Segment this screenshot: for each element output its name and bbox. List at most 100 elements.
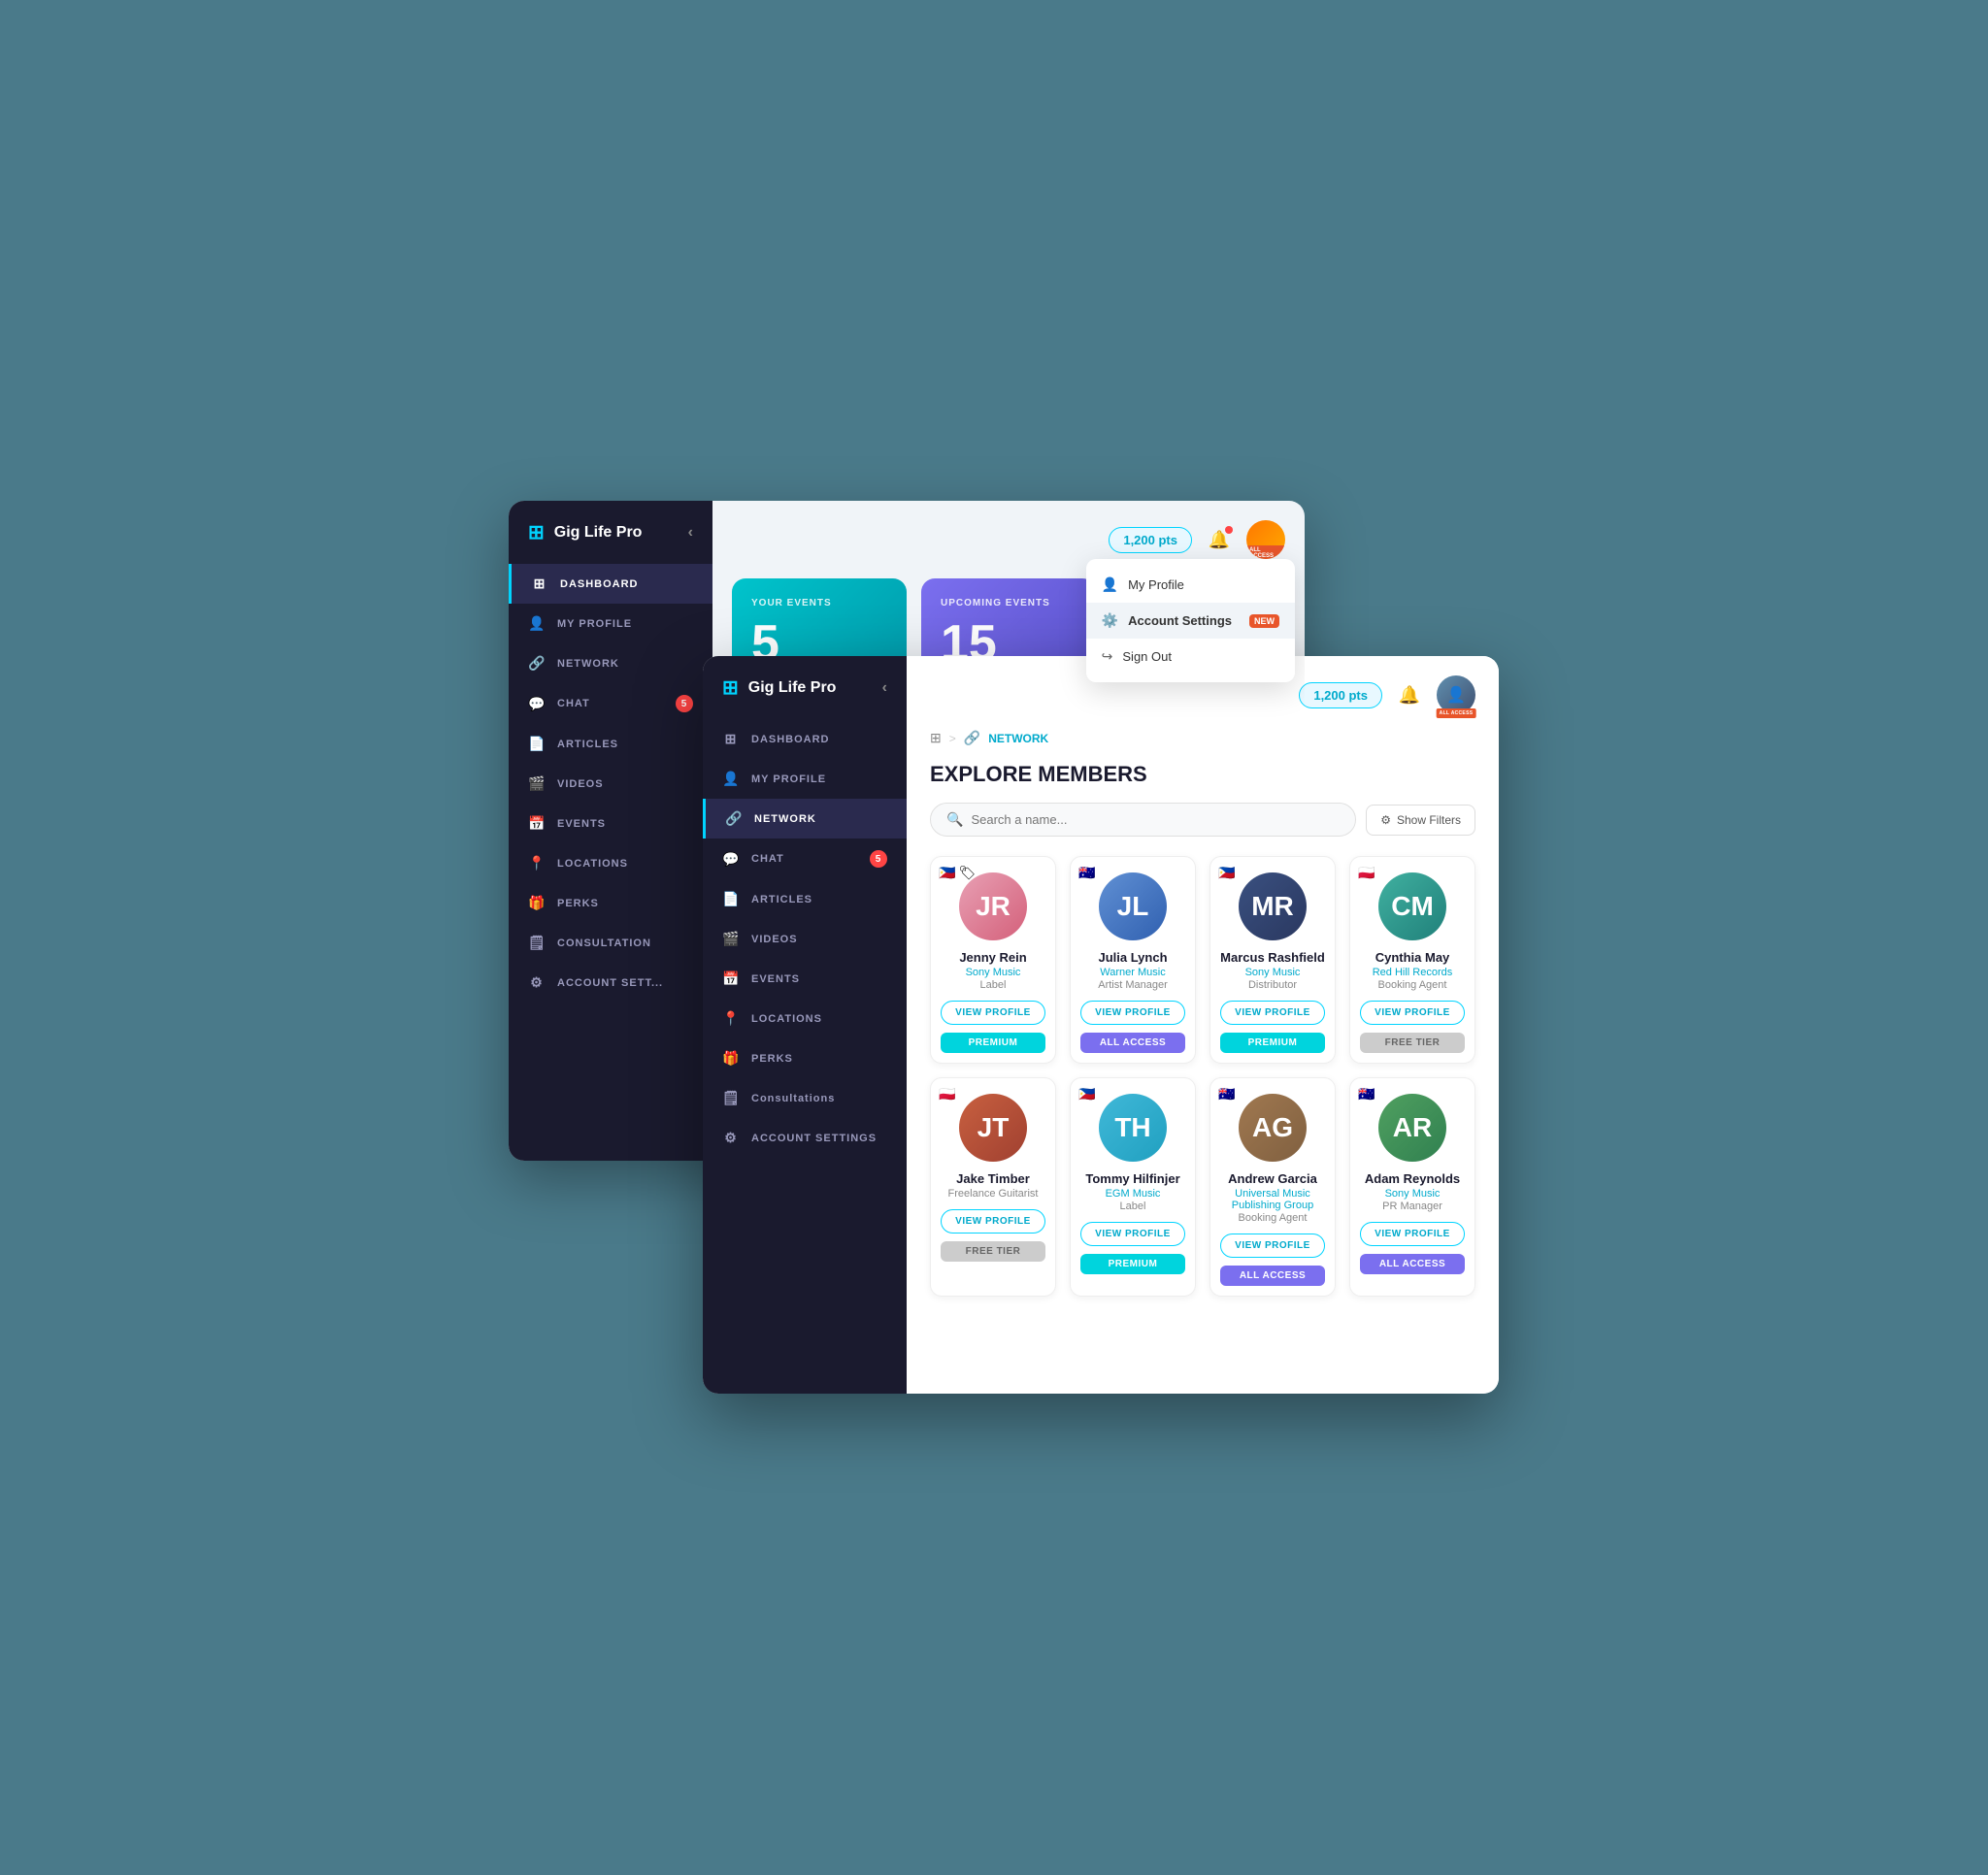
view-profile-button[interactable]: VIEW PROFILE bbox=[1220, 1234, 1325, 1258]
user-avatar-back[interactable]: ALL ACCESS bbox=[1246, 520, 1285, 559]
flag-icon: 🇵🇭 bbox=[1218, 865, 1235, 881]
sidebar-item-articles-front[interactable]: 📄 ARTICLES bbox=[703, 879, 907, 919]
flag-icon: 🇵🇭 bbox=[1078, 1086, 1095, 1102]
points-badge-back[interactable]: 1,200 pts bbox=[1109, 527, 1192, 553]
all-access-badge-back: ALL ACCESS bbox=[1246, 545, 1285, 559]
member-avatar: JT bbox=[959, 1094, 1027, 1162]
events-icon: 📅 bbox=[528, 815, 546, 832]
sidebar-item-articles[interactable]: 📄 ARTICLES bbox=[509, 724, 712, 764]
articles-icon-front: 📄 bbox=[722, 891, 740, 907]
sidebar-item-chat[interactable]: 💬 CHAT 5 bbox=[509, 683, 712, 724]
account-icon-front: ⚙ bbox=[722, 1130, 740, 1146]
view-profile-button[interactable]: VIEW PROFILE bbox=[941, 1001, 1045, 1025]
dropdown-sign-out[interactable]: ↪ Sign Out bbox=[1086, 639, 1295, 674]
dashboard-icon: ⊞ bbox=[531, 576, 548, 592]
sidebar-item-myprofile[interactable]: 👤 MY PROFILE bbox=[509, 604, 712, 643]
member-role: Booking Agent bbox=[1360, 979, 1465, 991]
sidebar-item-network-front[interactable]: 🔗 NETWORK bbox=[703, 799, 907, 839]
tier-badge: ALL ACCESS bbox=[1360, 1254, 1465, 1274]
sidebar-front: ⊞ Gig Life Pro ‹ ⊞ DASHBOARD 👤 MY PROFIL… bbox=[703, 656, 907, 1394]
member-company: Sony Music bbox=[1360, 1188, 1465, 1200]
sidebar-item-dashboard-front[interactable]: ⊞ DASHBOARD bbox=[703, 719, 907, 759]
chat-badge: 5 bbox=[676, 695, 693, 712]
member-company: Sony Music bbox=[941, 967, 1045, 978]
tier-badge: ALL ACCESS bbox=[1080, 1033, 1185, 1053]
member-avatar: TH bbox=[1099, 1094, 1167, 1162]
home-breadcrumb-icon[interactable]: ⊞ bbox=[930, 730, 942, 746]
member-company: Sony Music bbox=[1220, 967, 1325, 978]
perks-icon: 🎁 bbox=[528, 895, 546, 911]
sidebar-item-events[interactable]: 📅 EVENTS bbox=[509, 804, 712, 843]
sidebar-item-locations-front[interactable]: 📍 LOCATIONS bbox=[703, 999, 907, 1038]
chat-icon: 💬 bbox=[528, 696, 546, 712]
sidebar-item-network[interactable]: 🔗 NETWORK bbox=[509, 643, 712, 683]
breadcrumb-sep: > bbox=[949, 732, 956, 745]
sidebar-item-locations[interactable]: 📍 LOCATIONS bbox=[509, 843, 712, 883]
sidebar-item-videos-front[interactable]: 🎬 VIDEOS bbox=[703, 919, 907, 959]
sidebar-item-perks-front[interactable]: 🎁 PERKS bbox=[703, 1038, 907, 1078]
notification-button-front[interactable]: 🔔 bbox=[1392, 677, 1427, 712]
avatar-initials: JR bbox=[959, 872, 1027, 940]
logo-icon: ⊞ bbox=[528, 520, 545, 544]
dropdown-my-profile[interactable]: 👤 My Profile bbox=[1086, 567, 1295, 603]
member-name: Andrew Garcia bbox=[1220, 1171, 1325, 1186]
breadcrumb: ⊞ > 🔗 NETWORK bbox=[930, 730, 1475, 746]
member-company: Red Hill Records bbox=[1360, 967, 1465, 978]
signout-icon: ↪ bbox=[1102, 648, 1113, 665]
show-filters-button[interactable]: ⚙ Show Filters bbox=[1366, 805, 1475, 836]
sidebar-collapse-btn[interactable]: ‹ bbox=[688, 524, 693, 542]
network-icon-front: 🔗 bbox=[725, 810, 743, 827]
member-name: Tommy Hilfinjer bbox=[1080, 1171, 1185, 1186]
tier-badge: FREE TIER bbox=[941, 1241, 1045, 1262]
view-profile-button[interactable]: VIEW PROFILE bbox=[1220, 1001, 1325, 1025]
view-profile-button[interactable]: VIEW PROFILE bbox=[941, 1209, 1045, 1234]
logo-icon-front: ⊞ bbox=[722, 675, 739, 700]
member-card: 🇵🇭 MR Marcus Rashfield Sony Music Distri… bbox=[1209, 856, 1336, 1064]
member-card: 🇵🇱 JT Jake Timber Freelance Guitarist VI… bbox=[930, 1077, 1056, 1297]
scene: ⊞ Gig Life Pro ‹ ⊞ DASHBOARD 👤 MY PROFIL… bbox=[509, 501, 1479, 1374]
member-card: 🇵🇭 TH Tommy Hilfinjer EGM Music Label VI… bbox=[1070, 1077, 1196, 1297]
avatar-initials: AG bbox=[1239, 1094, 1307, 1162]
points-badge-front[interactable]: 1,200 pts bbox=[1299, 682, 1382, 708]
logo-front[interactable]: ⊞ Gig Life Pro ‹ bbox=[703, 675, 907, 719]
sidebar-item-consultations-front[interactable]: 🗒 Consultations bbox=[703, 1078, 907, 1118]
member-role: Artist Manager bbox=[1080, 979, 1185, 991]
notification-button-back[interactable]: 🔔 bbox=[1202, 522, 1237, 557]
events-icon-front: 📅 bbox=[722, 970, 740, 987]
view-profile-button[interactable]: VIEW PROFILE bbox=[1080, 1001, 1185, 1025]
network-breadcrumb-label[interactable]: NETWORK bbox=[988, 732, 1048, 745]
sidebar-back: ⊞ Gig Life Pro ‹ ⊞ DASHBOARD 👤 MY PROFIL… bbox=[509, 501, 712, 1161]
your-events-label: YOUR EVENTS bbox=[751, 598, 887, 609]
profile-icon: 👤 bbox=[1102, 576, 1118, 593]
member-flags: 🇦🇺 bbox=[1358, 1086, 1375, 1102]
avatar-initials: AR bbox=[1378, 1094, 1446, 1162]
sidebar-item-myprofile-front[interactable]: 👤 MY PROFILE bbox=[703, 759, 907, 799]
sidebar-item-consultation[interactable]: 🗒 CONSULTATION bbox=[509, 923, 712, 963]
sidebar-item-perks[interactable]: 🎁 PERKS bbox=[509, 883, 712, 923]
consultations-icon-front: 🗒 bbox=[722, 1090, 740, 1106]
view-profile-button[interactable]: VIEW PROFILE bbox=[1360, 1222, 1465, 1246]
user-avatar-wrap: 👤 ALL ACCESS bbox=[1437, 675, 1475, 714]
logo-back[interactable]: ⊞ Gig Life Pro ‹ bbox=[509, 520, 712, 564]
view-profile-button[interactable]: VIEW PROFILE bbox=[1080, 1222, 1185, 1246]
videos-icon: 🎬 bbox=[528, 775, 546, 792]
members-grid: 🇵🇭🏷 JR Jenny Rein Sony Music Label VIEW … bbox=[930, 856, 1475, 1297]
sidebar-item-chat-front[interactable]: 💬 CHAT 5 bbox=[703, 839, 907, 879]
sidebar-item-dashboard[interactable]: ⊞ DASHBOARD bbox=[509, 564, 712, 604]
sidebar-item-account[interactable]: ⚙ ACCOUNT SETT... bbox=[509, 963, 712, 1003]
dropdown-account-settings[interactable]: ⚙️ Account Settings NEW bbox=[1086, 603, 1295, 639]
sidebar-item-events-front[interactable]: 📅 EVENTS bbox=[703, 959, 907, 999]
member-card: 🇦🇺 AG Andrew Garcia Universal Music Publ… bbox=[1209, 1077, 1336, 1297]
search-input[interactable] bbox=[971, 812, 1340, 827]
front-window: ⊞ Gig Life Pro ‹ ⊞ DASHBOARD 👤 MY PROFIL… bbox=[703, 656, 1499, 1394]
view-profile-button[interactable]: VIEW PROFILE bbox=[1360, 1001, 1465, 1025]
member-card: 🇵🇱 CM Cynthia May Red Hill Records Booki… bbox=[1349, 856, 1475, 1064]
member-role: Distributor bbox=[1220, 979, 1325, 991]
flag-icon: 🇵🇱 bbox=[939, 1086, 955, 1102]
sidebar-item-videos[interactable]: 🎬 VIDEOS bbox=[509, 764, 712, 804]
member-card: 🇦🇺 AR Adam Reynolds Sony Music PR Manage… bbox=[1349, 1077, 1475, 1297]
chat-badge-front: 5 bbox=[870, 850, 887, 868]
sidebar-item-account-front[interactable]: ⚙ ACCOUNT SETTINGS bbox=[703, 1118, 907, 1158]
sidebar-collapse-btn-front[interactable]: ‹ bbox=[882, 679, 887, 697]
new-badge: NEW bbox=[1249, 614, 1279, 628]
